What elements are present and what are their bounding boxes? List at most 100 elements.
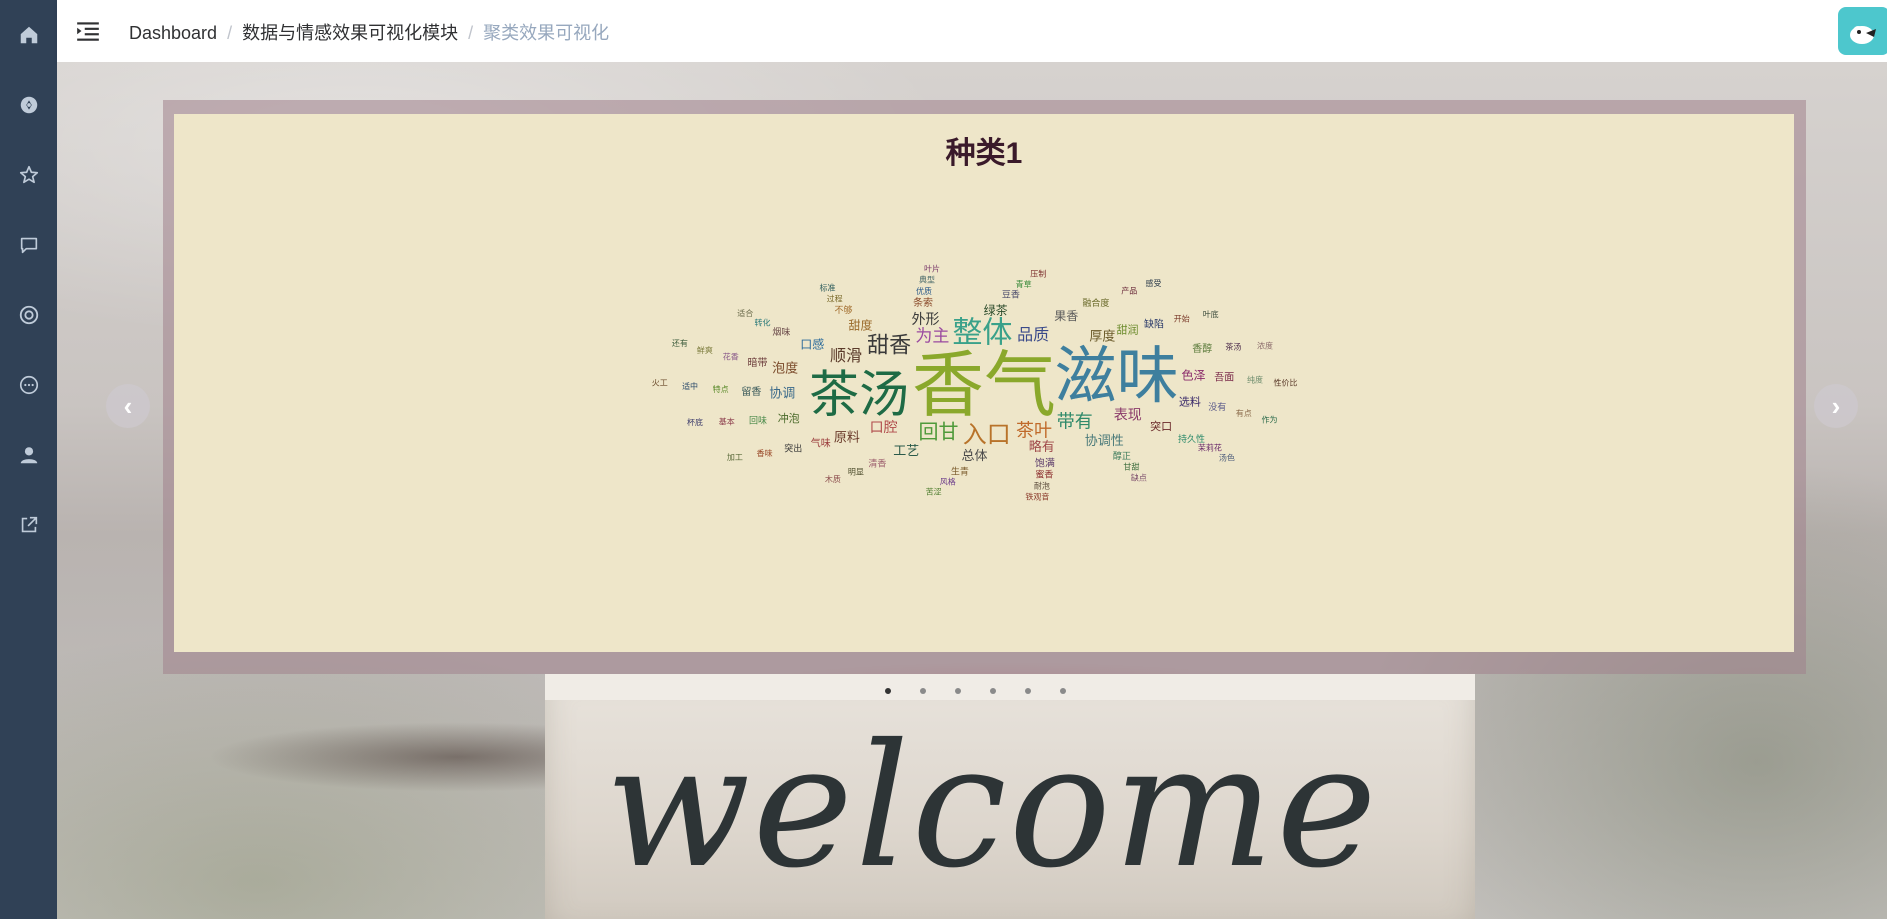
word-cloud-word: 泡度 bbox=[772, 360, 798, 376]
word-cloud-word: 花香 bbox=[723, 351, 739, 361]
word-cloud-word: 烟味 bbox=[772, 326, 790, 338]
welcome-lettering: welcome bbox=[605, 708, 1379, 906]
word-cloud-word: 鲜爽 bbox=[697, 345, 713, 355]
word-cloud-word: 突口 bbox=[1150, 419, 1172, 433]
carousel-dot[interactable] bbox=[885, 688, 891, 694]
word-cloud-word: 整体 bbox=[952, 315, 1012, 350]
word-cloud-word: 回味 bbox=[749, 415, 767, 427]
word-cloud-word: 吾面 bbox=[1214, 372, 1234, 384]
carousel-next-button[interactable]: › bbox=[1814, 384, 1858, 428]
breadcrumb-dashboard[interactable]: Dashboard bbox=[129, 23, 217, 43]
word-cloud-word: 厚度 bbox=[1089, 329, 1115, 345]
word-cloud-word: 生青 bbox=[951, 465, 969, 477]
word-cloud-word: 总体 bbox=[961, 449, 987, 464]
compass-icon bbox=[20, 96, 37, 114]
word-cloud-word: 滋味 bbox=[1055, 339, 1179, 412]
word-cloud-word: 茶汤 bbox=[809, 365, 909, 423]
word-cloud-word: 苦涩 bbox=[926, 487, 942, 497]
word-cloud-word: 协调性 bbox=[1085, 434, 1124, 449]
word-cloud-word: 略有 bbox=[1029, 439, 1055, 455]
breadcrumb-separator: / bbox=[468, 23, 474, 43]
menu-fold-icon[interactable] bbox=[75, 18, 101, 44]
word-cloud-word: 叶底 bbox=[1203, 309, 1219, 319]
word-cloud-word: 蜜香 bbox=[1035, 468, 1053, 480]
word-cloud-word: 色泽 bbox=[1181, 369, 1205, 383]
word-cloud-word: 茶叶 bbox=[1016, 421, 1052, 442]
word-cloud-word: 优质 bbox=[916, 286, 932, 296]
home-icon bbox=[20, 26, 37, 44]
breadcrumb-module[interactable]: 数据与情感效果可视化模块 bbox=[242, 23, 458, 43]
word-cloud-word: 原料 bbox=[834, 430, 860, 445]
word-cloud-word: 甜度 bbox=[848, 318, 872, 333]
word-cloud-word: 基本 bbox=[719, 417, 735, 427]
carousel-dot[interactable] bbox=[955, 688, 961, 694]
word-cloud-word: 适合 bbox=[737, 308, 753, 318]
word-cloud-word: 汤色 bbox=[1219, 452, 1235, 462]
word-cloud-word: 为主 bbox=[915, 326, 949, 346]
word-cloud-word: 茶汤 bbox=[1225, 341, 1241, 351]
message-icon bbox=[20, 237, 37, 254]
sidebar-item-external-link[interactable] bbox=[0, 500, 57, 550]
word-cloud-word: 表现 bbox=[1114, 407, 1142, 423]
word-cloud-word: 香醇 bbox=[1192, 342, 1212, 355]
word-cloud-word: 缺点 bbox=[1131, 472, 1147, 482]
carousel-dot[interactable] bbox=[920, 688, 926, 694]
word-cloud-word: 醇正 bbox=[1113, 450, 1131, 462]
word-cloud-word: 豆香 bbox=[1002, 289, 1020, 300]
word-cloud-word: 品质 bbox=[1017, 325, 1049, 344]
word-cloud-word: 入口 bbox=[963, 420, 1011, 448]
avatar-image bbox=[1850, 26, 1876, 44]
word-cloud-word: 杯底 bbox=[687, 417, 703, 427]
word-cloud-word: 特点 bbox=[713, 384, 729, 394]
word-cloud-word: 开始 bbox=[1174, 313, 1190, 323]
sidebar-item-chat[interactable] bbox=[0, 360, 57, 410]
word-cloud-word: 没有 bbox=[1208, 401, 1226, 413]
avatar[interactable] bbox=[1838, 7, 1887, 55]
carousel-dot[interactable] bbox=[990, 688, 996, 694]
word-cloud-word: 茉莉花 bbox=[1198, 443, 1222, 453]
word-cloud-word: 加工 bbox=[727, 452, 743, 462]
sidebar-item-star[interactable] bbox=[0, 150, 57, 200]
word-cloud-word: 甘甜 bbox=[1123, 461, 1139, 471]
chevron-left-icon: ‹ bbox=[123, 391, 133, 421]
word-cloud-word: 产品 bbox=[1121, 286, 1137, 296]
word-cloud-word: 木质 bbox=[825, 474, 841, 484]
word-cloud-word: 融合度 bbox=[1082, 297, 1109, 309]
sidebar-item-message[interactable] bbox=[0, 220, 57, 270]
sidebar-item-compass[interactable] bbox=[0, 80, 57, 130]
word-cloud-word: 留香 bbox=[741, 385, 761, 398]
carousel-dot[interactable] bbox=[1025, 688, 1031, 694]
carousel-indicators bbox=[885, 688, 1066, 698]
word-cloud-word: 适中 bbox=[682, 381, 698, 391]
word-cloud-word: 还有 bbox=[672, 338, 688, 348]
word-cloud-word: 选料 bbox=[1179, 395, 1201, 409]
word-cloud-word: 气味 bbox=[811, 436, 831, 449]
slide-title: 种类1 bbox=[945, 137, 1023, 170]
word-cloud-word: 火工 bbox=[652, 379, 668, 388]
word-cloud-word: 绿茶 bbox=[984, 302, 1008, 317]
sidebar-item-user[interactable] bbox=[0, 430, 57, 480]
word-cloud-word: 浓度 bbox=[1257, 341, 1273, 351]
word-cloud-word: 突出 bbox=[784, 442, 802, 454]
chat-icon bbox=[19, 375, 38, 395]
word-cloud-word: 耐泡 bbox=[1034, 480, 1050, 490]
word-cloud-word: 缺陷 bbox=[1144, 317, 1164, 330]
breadcrumb-current: 聚类效果可视化 bbox=[483, 23, 610, 43]
word-cloud-word: 果香 bbox=[1054, 309, 1078, 323]
word-cloud-word: 明显 bbox=[848, 467, 864, 476]
word-cloud-word: 条索 bbox=[913, 296, 933, 309]
carousel-dot[interactable] bbox=[1060, 688, 1066, 694]
sidebar-item-lifebuoy[interactable] bbox=[0, 290, 57, 340]
breadcrumb-separator: / bbox=[227, 23, 233, 43]
carousel-prev-button[interactable]: ‹ bbox=[106, 384, 150, 428]
word-cloud-word: 带有 bbox=[1057, 411, 1093, 432]
carousel-slide: 种类1 香气 滋味 茶汤 整体 入口 甜香 回甘 带有 茶叶 为主 品质 顺滑 口腔 表现 外形 厚度 略有 协调… bbox=[174, 114, 1794, 652]
word-cloud-word: 有点 bbox=[1236, 408, 1252, 418]
sidebar-item-home[interactable] bbox=[0, 10, 57, 60]
word-cloud-word: 叶片 bbox=[924, 263, 940, 273]
word-cloud-word: 口腔 bbox=[870, 420, 898, 436]
word-cloud-word: 标准 bbox=[820, 283, 836, 293]
word-cloud-word: 青草 bbox=[1016, 279, 1032, 289]
word-cloud-word: 性价比 bbox=[1274, 377, 1298, 387]
word-cloud-word: 工艺 bbox=[893, 444, 919, 459]
